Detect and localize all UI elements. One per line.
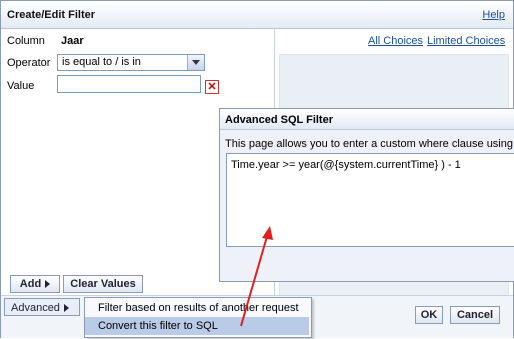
- create-edit-filter-dialog: Create/Edit Filter Help Column Jaar Oper…: [0, 0, 514, 338]
- annotation-arrow: [240, 226, 273, 327]
- annotation-arrow-head: [262, 226, 273, 240]
- annotation-arrow-line: [240, 232, 269, 327]
